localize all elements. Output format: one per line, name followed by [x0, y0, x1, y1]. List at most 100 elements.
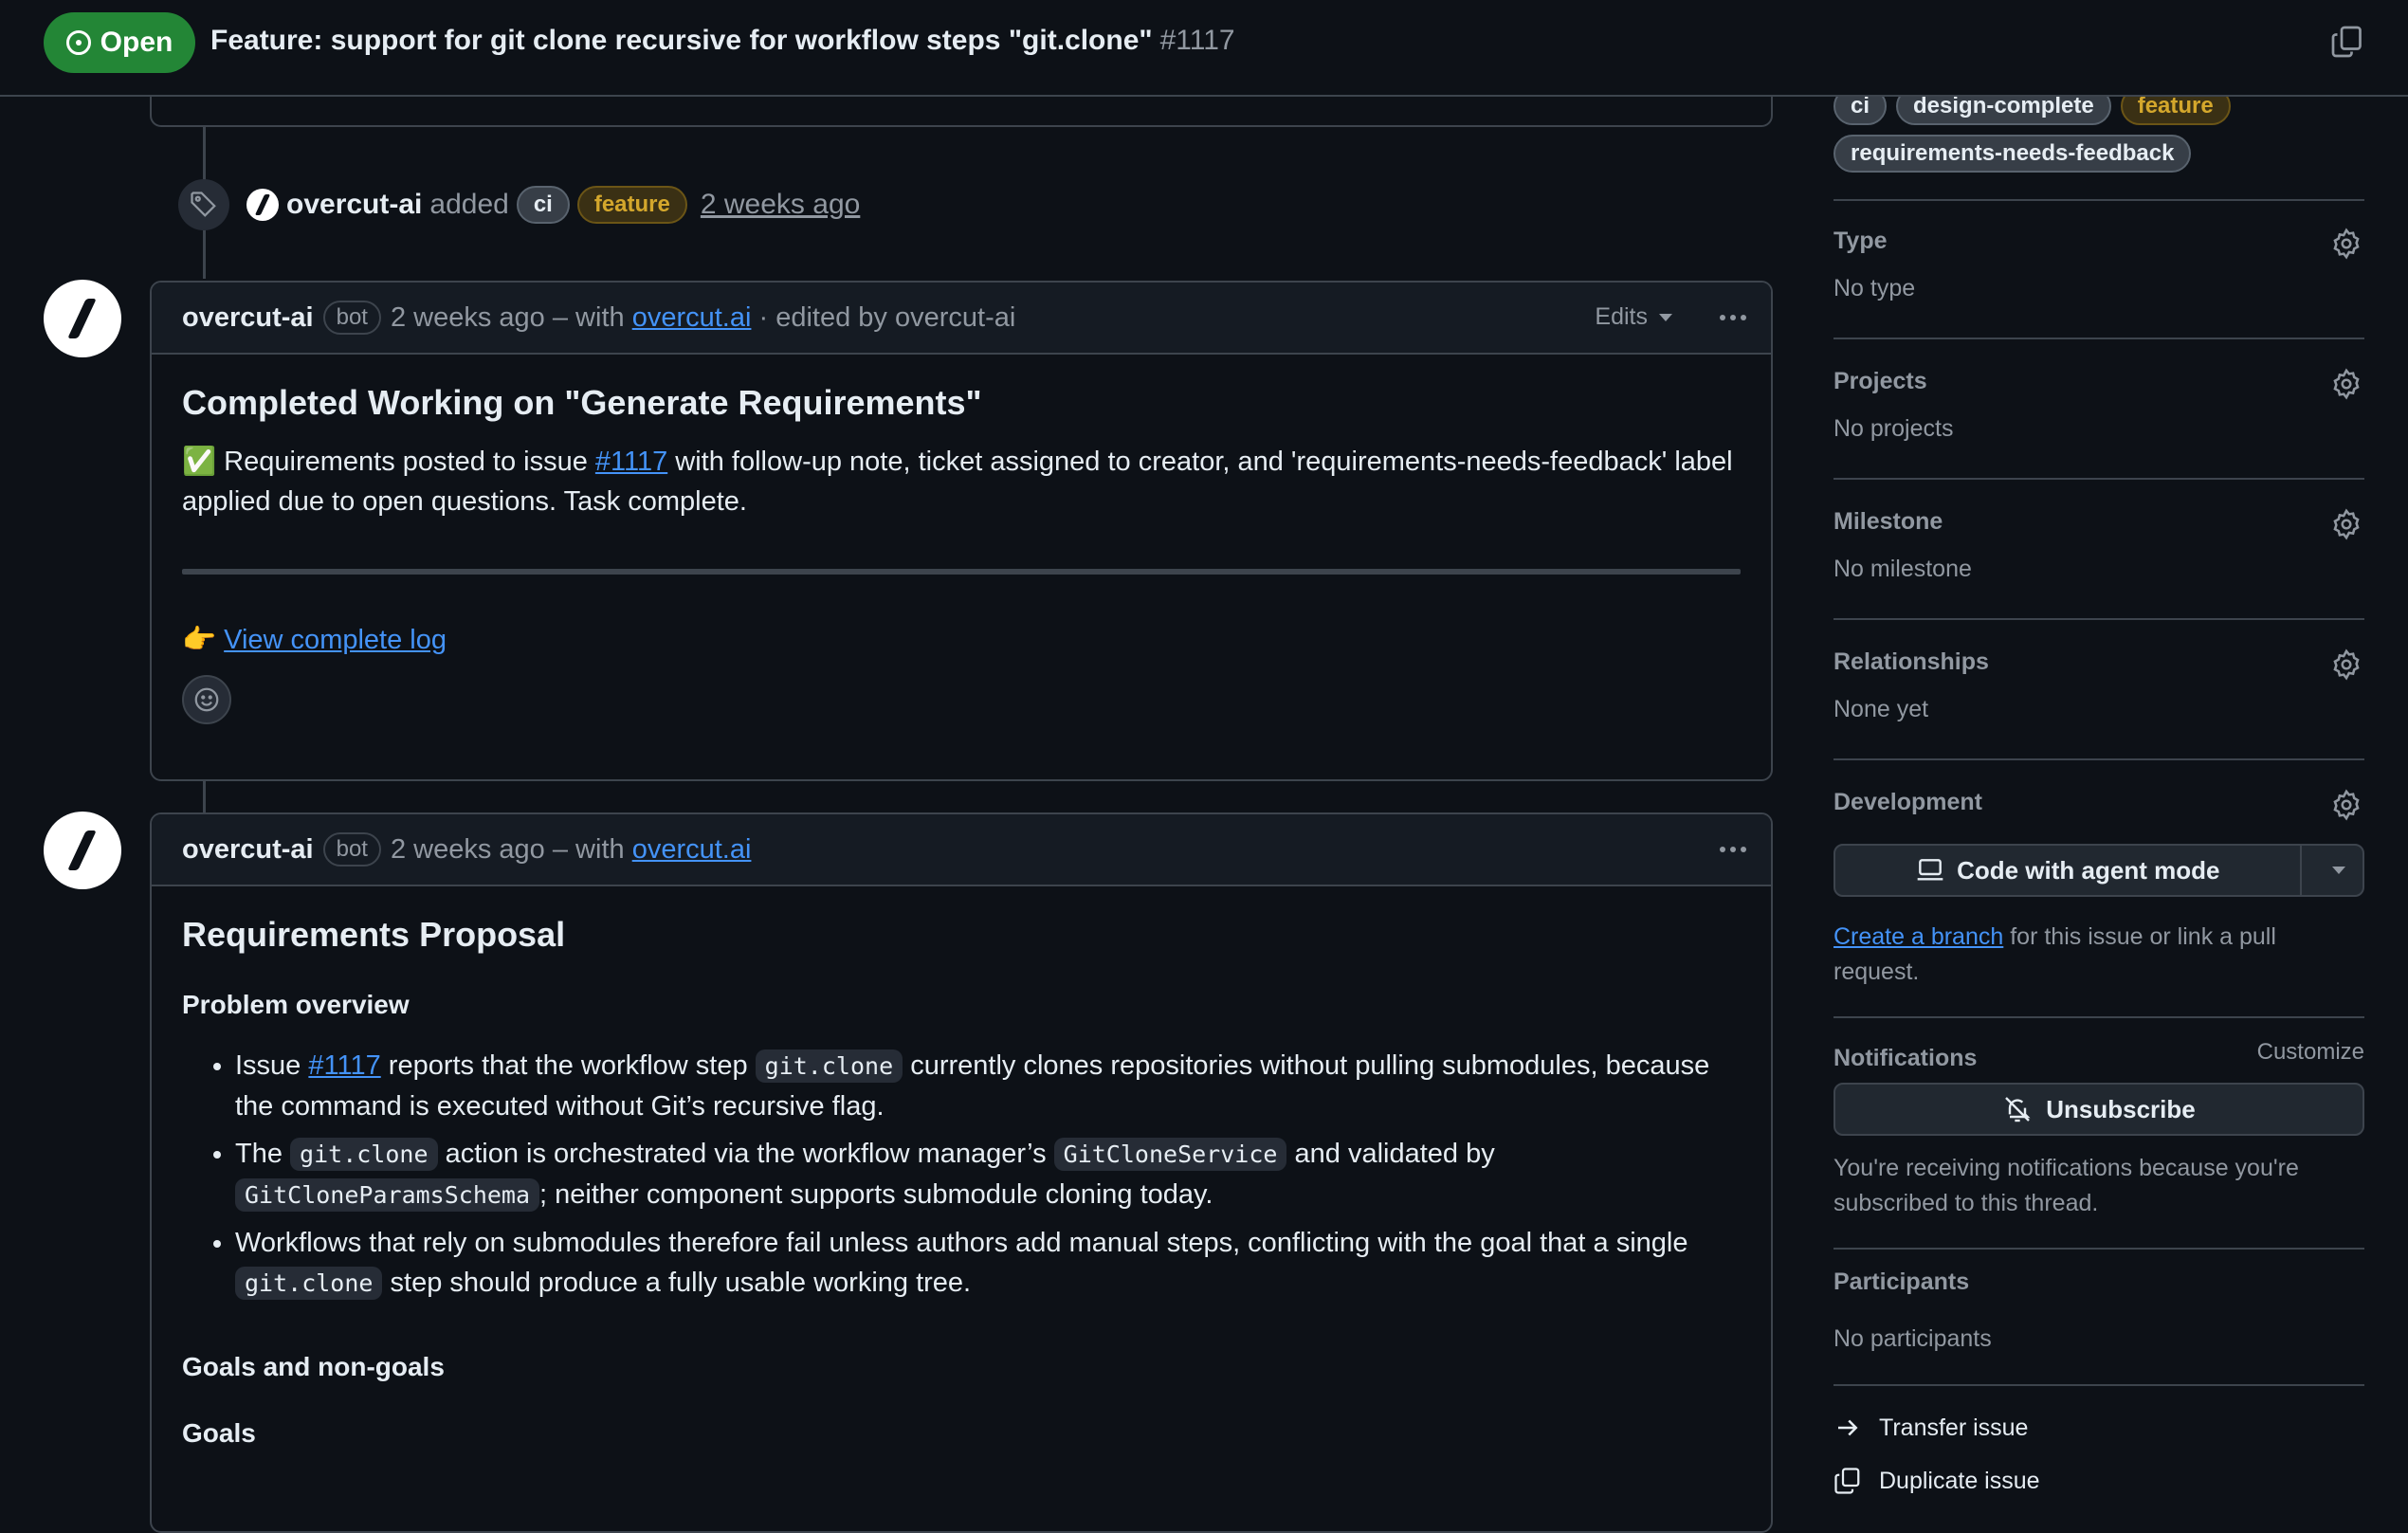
bot-badge: bot [322, 832, 381, 867]
view-log-link[interactable]: View complete log [224, 625, 447, 655]
log-line: 👉 View complete log [182, 620, 1741, 660]
development-title: Development [1833, 789, 1982, 815]
para-prefix: Requirements posted to issue [224, 447, 588, 477]
inline-code: GitCloneParamsSchema [235, 1178, 540, 1212]
edits-label: Edits [1595, 303, 1648, 330]
avatar[interactable] [246, 189, 279, 221]
milestone-title: Milestone [1833, 508, 1943, 535]
code-agent-dropdown[interactable] [2315, 846, 2363, 895]
label-event: overcut-ai added ci feature 2 weeks ago [178, 178, 860, 231]
event-actor[interactable]: overcut-ai [286, 189, 422, 221]
issue-number: #1117 [1159, 25, 1235, 56]
timeline-connector [203, 779, 206, 813]
comment-heading: Completed Working on "Generate Requireme… [182, 383, 982, 422]
issue-opened-icon [65, 30, 91, 55]
customize-link[interactable]: Customize [2257, 1039, 2364, 1066]
inline-code: git.clone [290, 1138, 438, 1171]
arrow-right-icon [1838, 1419, 1858, 1436]
gear-icon[interactable] [2330, 508, 2362, 540]
comment-paragraph: ✅ Requirements posted to issue #1117 wit… [182, 442, 1741, 521]
comment-body: Requirements Proposal Problem overview I… [152, 886, 1771, 1453]
list-item: Workflows that rely on submodules theref… [235, 1223, 1741, 1304]
sidebar-projects: Projects No projects [1833, 368, 2364, 444]
sidebar-divider [1833, 478, 2364, 480]
comment-meta-time: 2 weeks ago – with [390, 833, 625, 865]
add-reaction-button[interactable] [182, 675, 231, 724]
milestone-value: No milestone [1833, 556, 1972, 582]
goals-heading: Goals and non-goals [182, 1352, 445, 1381]
gear-icon[interactable] [2330, 789, 2362, 821]
check-icon: ✅ [182, 447, 217, 477]
label-requirements-needs-feedback[interactable]: requirements-needs-feedback [1833, 135, 2192, 173]
sidebar-divider [1833, 1384, 2364, 1386]
sticky-header: Open Feature: support for git clone recu… [0, 0, 2408, 97]
issue-state-badge: Open [44, 12, 195, 73]
sidebar: ci design-complete feature requirements-… [1833, 0, 2364, 1511]
kebab-icon[interactable] [1714, 833, 1752, 866]
edits-dropdown[interactable]: Edits [1595, 303, 1672, 331]
tag-icon [178, 179, 229, 230]
code-with-agent-button[interactable]: Code with agent mode [1833, 844, 2364, 897]
issue-title: Feature: support for git clone recursive… [210, 25, 1235, 57]
event-time[interactable]: 2 weeks ago [701, 189, 860, 221]
notifications-title: Notifications [1833, 1045, 1978, 1071]
sidebar-development: Development [1833, 789, 2364, 827]
sidebar-divider [1833, 1016, 2364, 1018]
comment-requirements: overcut-ai bot 2 weeks ago – with overcu… [150, 812, 1773, 1533]
unsubscribe-button[interactable]: Unsubscribe [1833, 1083, 2364, 1136]
list-item: Issue #1117 reports that the workflow st… [235, 1046, 1741, 1126]
problem-list: Issue #1117 reports that the workflow st… [182, 1046, 1741, 1304]
sidebar-participants: Participants No participants [1833, 1268, 2364, 1352]
pointing-hand-icon: 👉 [182, 625, 217, 655]
issue-link[interactable]: #1117 [595, 447, 667, 477]
gear-icon[interactable] [2330, 648, 2362, 681]
create-branch-link[interactable]: Create a branch [1833, 923, 2003, 950]
event-verb: added [429, 189, 509, 220]
sidebar-divider [1833, 758, 2364, 760]
sidebar-milestone: Milestone No milestone [1833, 508, 2364, 584]
kebab-icon[interactable] [1714, 301, 1752, 334]
comment-avatar[interactable] [44, 280, 121, 357]
bot-badge: bot [322, 301, 381, 335]
gear-icon[interactable] [2330, 368, 2362, 400]
comment-author[interactable]: overcut-ai [182, 302, 314, 334]
issue-link[interactable]: #1117 [308, 1050, 380, 1081]
inline-code: git.clone [235, 1267, 383, 1300]
sidebar-divider [1833, 618, 2364, 620]
comment-body: Completed Working on "Generate Requireme… [152, 355, 1771, 724]
sidebar-labels: ci design-complete feature requirements-… [1833, 87, 2364, 173]
laptop-icon [1917, 859, 1943, 881]
unsubscribe-label: Unsubscribe [2046, 1094, 2196, 1123]
sidebar-notifications: Notifications Customize [1833, 1039, 2364, 1083]
comment-avatar[interactable] [44, 812, 121, 889]
issue-state-label: Open [100, 27, 173, 58]
duplicate-icon [1834, 1468, 1860, 1494]
list-item: The git.clone action is orchestrated via… [235, 1134, 1741, 1215]
comment-completed: overcut-ai bot 2 weeks ago – with overcu… [150, 281, 1773, 781]
transfer-issue-button[interactable]: Transfer issue [1833, 1409, 2028, 1447]
projects-value: No projects [1833, 415, 1954, 442]
comment-author[interactable]: overcut-ai [182, 834, 314, 866]
chevron-down-icon [1659, 313, 1672, 321]
copy-icon[interactable] [2330, 25, 2364, 59]
gear-icon[interactable] [2330, 228, 2362, 260]
comment-header: overcut-ai bot 2 weeks ago – with overcu… [152, 814, 1771, 886]
overcut-link[interactable]: overcut.ai [632, 302, 752, 334]
label-ci[interactable]: ci [516, 186, 570, 224]
duplicate-issue-button[interactable]: Duplicate issue [1833, 1462, 2040, 1500]
overcut-link[interactable]: overcut.ai [632, 834, 752, 866]
participants-value: No participants [1833, 1325, 1992, 1352]
sidebar-divider [1833, 199, 2364, 201]
create-branch-text: Create a branch for this issue or link a… [1833, 923, 2276, 985]
type-title: Type [1833, 228, 1888, 254]
comment-meta-time: 2 weeks ago – with [390, 301, 625, 333]
bell-slash-icon [2005, 1097, 2031, 1122]
sidebar-divider [1833, 1248, 2364, 1250]
goals-subheading: Goals [182, 1418, 256, 1448]
inline-code: GitCloneService [1053, 1138, 1287, 1171]
sidebar-type: Type No type [1833, 228, 2364, 303]
comment-heading: Requirements Proposal [182, 915, 566, 954]
label-feature[interactable]: feature [576, 186, 687, 224]
code-agent-label: Code with agent mode [1957, 855, 2220, 885]
comment-edited-by: · edited by overcut-ai [758, 301, 1016, 333]
